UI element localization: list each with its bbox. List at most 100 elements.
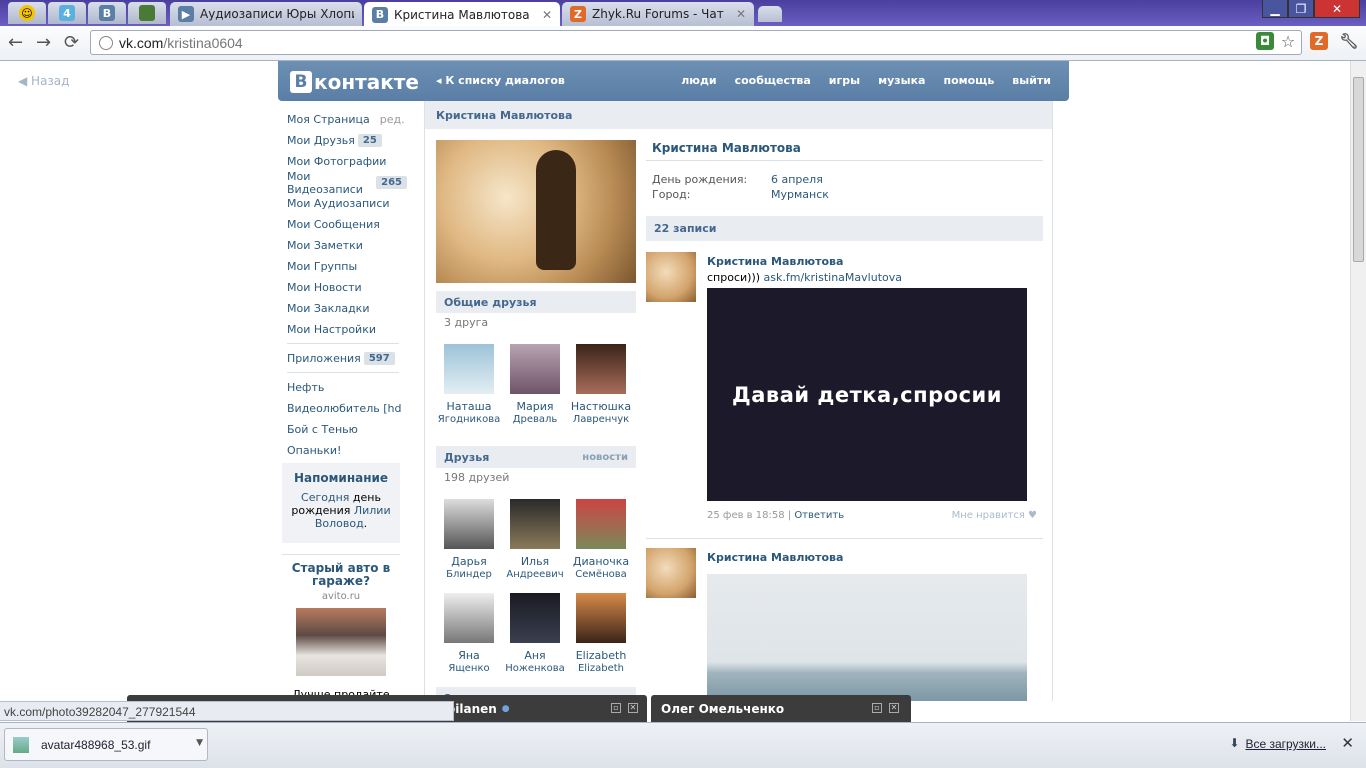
avatar[interactable] <box>646 548 696 598</box>
back-button[interactable]: ← <box>8 32 23 53</box>
pinned-tab-4[interactable]: 4 <box>48 2 86 24</box>
videos-count-badge: 265 <box>376 176 407 189</box>
ad-block[interactable]: Старый авто в гараже? avito.ru Лучше про… <box>282 554 400 701</box>
menu-app-oil[interactable]: Нефть <box>287 377 407 398</box>
common-friends-header[interactable]: Общие друзья <box>436 291 636 313</box>
reminder-today-link[interactable]: Сегодня <box>301 491 349 504</box>
avatar[interactable] <box>646 252 696 302</box>
post-author[interactable]: Кристина Мавлютова <box>707 255 843 268</box>
extension-shield-icon[interactable]: ◘ <box>1256 32 1274 50</box>
friend-card[interactable]: Мария Древаль <box>502 344 568 426</box>
city-row: Город: Мурманск <box>652 188 829 201</box>
close-tab-icon[interactable]: ✕ <box>542 8 552 22</box>
back-to-dialogs-link[interactable]: ◂ К списку диалогов <box>436 74 565 87</box>
reply-link[interactable]: Ответить <box>794 510 844 521</box>
friend-last: Ноженкова <box>505 663 565 674</box>
post-image[interactable] <box>707 574 1027 701</box>
post-text: спроси))) ask.fm/kristinaMavlutova <box>707 271 902 284</box>
menu-messages[interactable]: Мои Сообщения <box>287 214 407 235</box>
menu-friends[interactable]: Мои Друзья 25 <box>287 130 407 151</box>
avatar <box>510 344 560 394</box>
logo-letter: В <box>290 71 312 93</box>
friend-card[interactable]: Илья Андреевич <box>502 499 568 581</box>
post-image[interactable]: Давай детка,спросии <box>707 288 1027 501</box>
download-arrow-icon: ⬇ <box>1229 736 1240 750</box>
post-date[interactable]: 25 фев в 18:58 <box>707 510 785 521</box>
back-link[interactable]: ◀ Назад <box>18 74 69 88</box>
page-scrollbar[interactable] <box>1350 61 1366 721</box>
friend-card[interactable]: Наташа Ягодникова <box>436 344 502 426</box>
menu-news[interactable]: Мои Новости <box>287 277 407 298</box>
scrollbar-thumb[interactable] <box>1353 77 1364 262</box>
all-downloads-link[interactable]: ⬇ Все загрузки... <box>1229 736 1326 751</box>
post-author[interactable]: Кристина Мавлютова <box>707 551 843 564</box>
menu-groups[interactable]: Мои Группы <box>287 256 407 277</box>
expand-chat-icon[interactable]: ▫ <box>872 703 882 713</box>
friend-last: Семёнова <box>575 569 627 580</box>
bookmark-star-icon[interactable]: ☆ <box>1279 32 1297 51</box>
pinned-tab-smiley[interactable]: ☺ <box>8 2 46 24</box>
edit-link[interactable]: ред. <box>380 113 405 126</box>
nav-communities[interactable]: сообщества <box>735 74 811 87</box>
city-value[interactable]: Мурманск <box>771 188 829 201</box>
pinned-tab-minecraft[interactable] <box>128 2 166 24</box>
chat-tab[interactable]: Олег Омельченко ▫ ✕ <box>651 695 911 722</box>
close-download-bar-icon[interactable]: ✕ <box>1341 734 1354 752</box>
menu-apps[interactable]: Приложения 597 <box>287 348 407 369</box>
friend-card[interactable]: Аня Ноженкова <box>502 593 568 675</box>
nav-people[interactable]: люди <box>681 74 716 87</box>
menu-app-opanki[interactable]: Опаньки! <box>287 440 407 461</box>
friend-last: Древаль <box>512 414 558 425</box>
friends-count: 198 друзей <box>444 471 510 484</box>
download-item[interactable]: avatar488968_53.gif ▼ <box>4 728 208 761</box>
reload-button[interactable]: ⟳ <box>64 32 79 53</box>
forward-button[interactable]: → <box>36 32 51 53</box>
nav-help[interactable]: помощь <box>943 74 994 87</box>
profile-photo[interactable] <box>436 140 636 283</box>
tab-profile[interactable]: В Кристина Мавлютова ✕ <box>364 2 560 27</box>
menu-settings[interactable]: Мои Настройки <box>287 319 407 340</box>
tab-audio[interactable]: ▶ Аудиозаписи Юры Хлопин <box>170 2 362 26</box>
maximize-button[interactable]: ❐ <box>1288 0 1314 18</box>
menu-bookmarks[interactable]: Мои Закладки <box>287 298 407 319</box>
zhyk-extension-icon[interactable]: Z <box>1310 32 1328 50</box>
close-window-button[interactable]: ✕ <box>1314 0 1360 18</box>
friend-last: Ященко <box>448 663 490 674</box>
nav-logout[interactable]: выйти <box>1012 74 1051 87</box>
nav-games[interactable]: игры <box>829 74 860 87</box>
friend-card[interactable]: Дианочка Семёнова <box>568 499 634 581</box>
close-chat-icon[interactable]: ✕ <box>628 703 638 713</box>
nav-music[interactable]: музыка <box>878 74 925 87</box>
apps-count-badge: 597 <box>363 352 395 365</box>
close-tab-icon[interactable]: ✕ <box>736 7 746 21</box>
chevron-down-icon[interactable]: ▼ <box>196 738 203 748</box>
menu-notes[interactable]: Мои Заметки <box>287 235 407 256</box>
wrench-icon[interactable]: 🔧︎ <box>1339 32 1358 50</box>
meta-separator: | <box>784 510 795 521</box>
menu-audio[interactable]: Мои Аудиозаписи <box>287 193 407 214</box>
expand-chat-icon[interactable]: ▫ <box>611 703 621 713</box>
pinned-tab-vk[interactable]: В <box>88 2 126 24</box>
new-tab-button[interactable] <box>758 6 782 22</box>
post-link[interactable]: ask.fm/kristinaMavlutova <box>764 271 902 284</box>
like-button[interactable]: Мне нравится ♥ <box>952 510 1037 521</box>
friend-card[interactable]: Настюшка Лавренчук <box>568 344 634 426</box>
menu-my-page[interactable]: Моя Страница ред. <box>287 109 407 130</box>
url-path: /kristina0604 <box>163 34 243 51</box>
friends-header[interactable]: Друзья новости <box>436 446 636 468</box>
menu-videos[interactable]: Мои Видеозаписи 265 <box>287 170 407 196</box>
menu-app-video[interactable]: Видеолюбитель [hd <box>287 398 407 419</box>
birthday-value[interactable]: 6 апреля <box>771 173 823 186</box>
address-bar[interactable]: vk.com/kristina0604 <box>90 30 1302 55</box>
arrow-left-icon: ◂ <box>436 74 446 87</box>
close-chat-icon[interactable]: ✕ <box>889 703 899 713</box>
tab-zhyk[interactable]: Z Zhyk.Ru Forums - Чат ✕ <box>562 2 754 26</box>
friend-card[interactable]: Яна Ященко <box>436 593 502 675</box>
friends-news-link[interactable]: новости <box>582 452 628 463</box>
friend-card[interactable]: Дарья Блиндер <box>436 499 502 581</box>
wall-header[interactable]: 22 записи <box>646 216 1043 241</box>
vk-logo[interactable]: Вконтакте <box>290 70 419 94</box>
friend-card[interactable]: Elizabeth Elizabeth <box>568 593 634 675</box>
minimize-button[interactable]: ▁ <box>1262 0 1288 18</box>
menu-app-shadow[interactable]: Бой с Тенью <box>287 419 407 440</box>
